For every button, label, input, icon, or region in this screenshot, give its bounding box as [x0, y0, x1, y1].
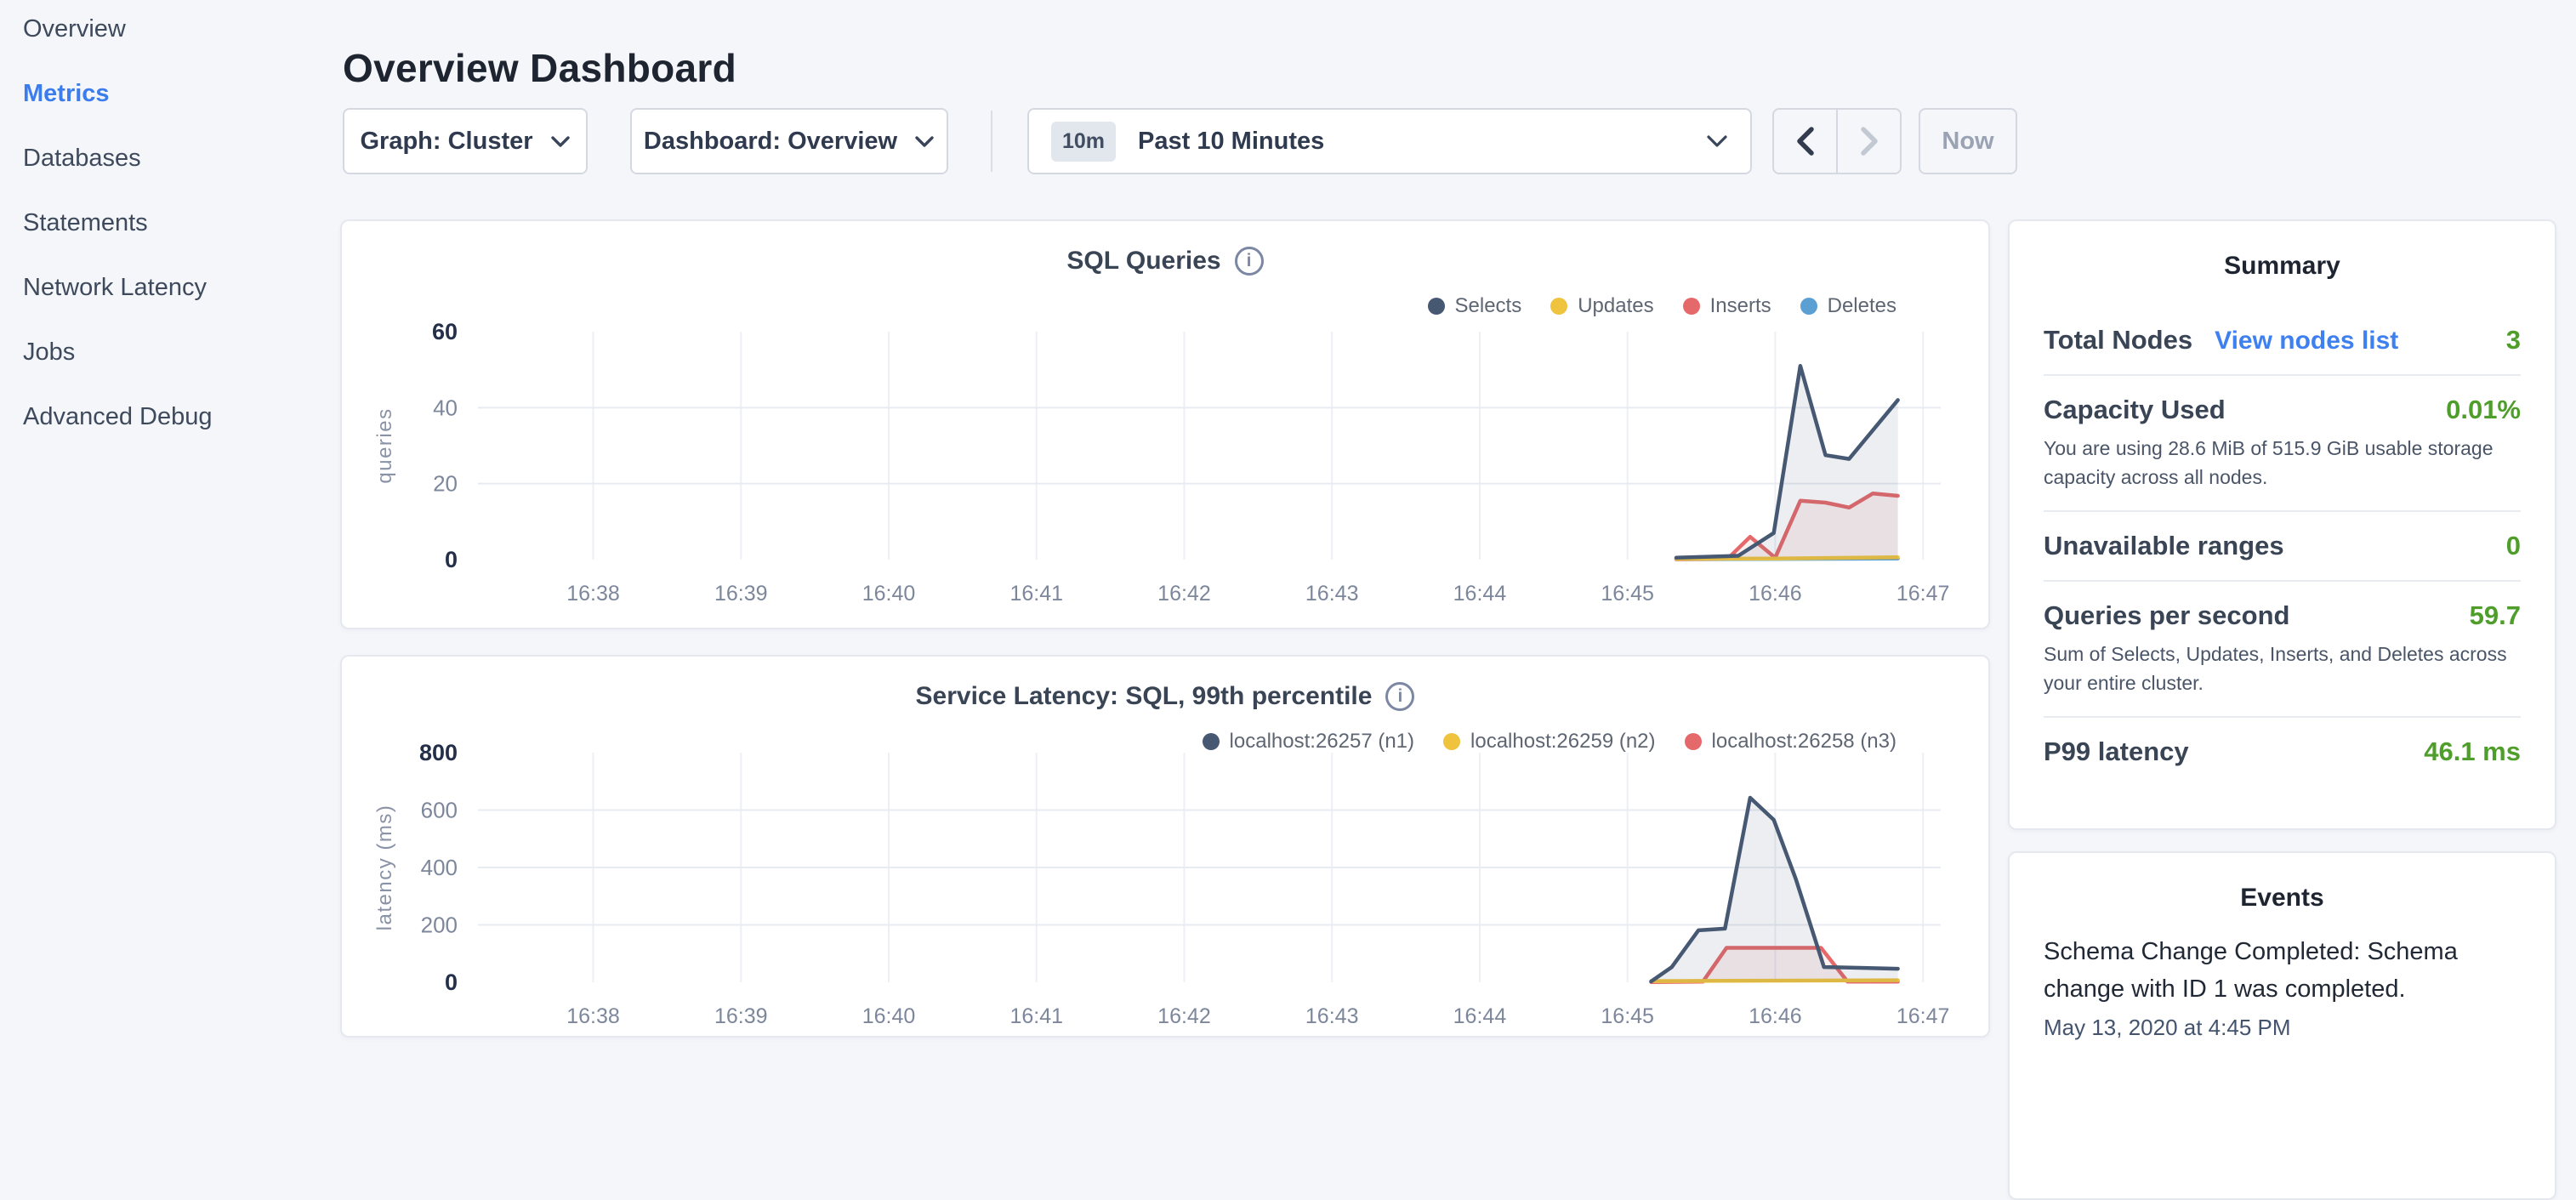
- svg-text:16:39: 16:39: [714, 1004, 768, 1028]
- svg-text:16:40: 16:40: [862, 582, 916, 606]
- svg-text:0: 0: [445, 547, 458, 572]
- svg-text:latency (ms): latency (ms): [373, 805, 396, 931]
- sidebar-item-network-latency[interactable]: Network Latency: [23, 274, 207, 302]
- summary-body: Total Nodes View nodes list 3 Capacity U…: [2010, 304, 2555, 786]
- qps-label: Queries per second: [2044, 600, 2289, 631]
- dashboard-dropdown-label: Dashboard: Overview: [644, 128, 897, 156]
- event-time: May 13, 2020 at 4:45 PM: [2044, 1015, 2521, 1041]
- controls-divider: [991, 111, 992, 172]
- event-text: Schema Change Completed: Schema change w…: [2044, 933, 2521, 1008]
- graph-dropdown[interactable]: Graph: Cluster: [343, 108, 588, 174]
- svg-text:20: 20: [433, 471, 458, 497]
- capacity-value: 0.01%: [2446, 395, 2521, 425]
- sidebar-item-overview[interactable]: Overview: [23, 15, 126, 43]
- next-time-button[interactable]: [1838, 110, 1900, 173]
- svg-text:16:38: 16:38: [566, 1004, 620, 1028]
- view-nodes-list-link[interactable]: View nodes list: [2215, 327, 2398, 355]
- sidebar-item-jobs[interactable]: Jobs: [23, 338, 75, 367]
- unavailable-ranges-label: Unavailable ranges: [2044, 531, 2284, 561]
- unavailable-ranges-value: 0: [2506, 531, 2521, 561]
- chevron-down-icon: [550, 135, 571, 148]
- summary-panel: Summary Total Nodes View nodes list 3 Ca…: [2008, 219, 2556, 830]
- event-item[interactable]: Schema Change Completed: Schema change w…: [2044, 933, 2521, 1041]
- chevron-left-icon: [1794, 125, 1817, 157]
- capacity-label: Capacity Used: [2044, 395, 2226, 425]
- chart-plot[interactable]: 16:38 16:39 16:40 16:41 16:42 16:43 16:44 16:45…: [342, 657, 1988, 1036]
- svg-text:16:46: 16:46: [1749, 1004, 1802, 1028]
- svg-text:16:45: 16:45: [1601, 582, 1654, 606]
- service-latency-chart-card: Service Latency: SQL, 99th percentile i …: [340, 655, 1990, 1038]
- events-title: Events: [2010, 884, 2555, 913]
- time-window-arrows: [1772, 108, 1902, 174]
- prev-time-button[interactable]: [1774, 110, 1838, 173]
- summary-title: Summary: [2010, 252, 2555, 281]
- time-range-badge: 10m: [1051, 122, 1116, 162]
- events-body: Schema Change Completed: Schema change w…: [2010, 933, 2555, 1041]
- svg-text:16:42: 16:42: [1157, 582, 1211, 606]
- qps-description: Sum of Selects, Updates, Inserts, and De…: [2044, 640, 2521, 697]
- svg-text:16:43: 16:43: [1305, 582, 1359, 606]
- summary-row-qps: Queries per second 59.7 Sum of Selects, …: [2044, 582, 2521, 718]
- svg-text:16:41: 16:41: [1009, 582, 1063, 606]
- summary-row-capacity: Capacity Used 0.01% You are using 28.6 M…: [2044, 376, 2521, 512]
- total-nodes-label: Total Nodes: [2044, 325, 2192, 355]
- sidebar-item-statements[interactable]: Statements: [23, 209, 148, 237]
- svg-text:16:38: 16:38: [566, 582, 620, 606]
- p99-latency-label: P99 latency: [2044, 736, 2189, 767]
- sidebar-item-metrics[interactable]: Metrics: [23, 80, 110, 108]
- time-range-label: Past 10 Minutes: [1138, 128, 1684, 156]
- svg-text:16:46: 16:46: [1749, 582, 1802, 606]
- svg-text:16:43: 16:43: [1305, 1004, 1359, 1028]
- events-panel: Events Schema Change Completed: Schema c…: [2008, 851, 2556, 1200]
- svg-text:16:41: 16:41: [1009, 1004, 1063, 1028]
- svg-text:16:44: 16:44: [1453, 582, 1507, 606]
- sql-queries-chart-card: SQL Queries i SelectsUpdatesInsertsDelet…: [340, 219, 1990, 629]
- summary-row-unavailable-ranges: Unavailable ranges 0: [2044, 512, 2521, 582]
- svg-text:0: 0: [445, 970, 458, 995]
- total-nodes-value: 3: [2506, 325, 2521, 355]
- svg-text:queries: queries: [373, 407, 396, 483]
- svg-text:600: 600: [421, 798, 458, 823]
- svg-text:16:45: 16:45: [1601, 1004, 1654, 1028]
- chevron-right-icon: [1858, 125, 1880, 157]
- svg-text:16:47: 16:47: [1896, 1004, 1950, 1028]
- now-button[interactable]: Now: [1919, 108, 2017, 174]
- time-range-dropdown[interactable]: 10m Past 10 Minutes: [1027, 108, 1752, 174]
- svg-text:400: 400: [421, 855, 458, 880]
- sidebar-item-databases[interactable]: Databases: [23, 145, 141, 173]
- svg-text:800: 800: [419, 740, 458, 765]
- page-title: Overview Dashboard: [343, 45, 736, 91]
- dashboard-dropdown[interactable]: Dashboard: Overview: [630, 108, 948, 174]
- p99-latency-value: 46.1 ms: [2424, 736, 2521, 767]
- svg-text:16:40: 16:40: [862, 1004, 916, 1028]
- capacity-description: You are using 28.6 MiB of 515.9 GiB usab…: [2044, 434, 2521, 492]
- svg-text:60: 60: [432, 319, 458, 344]
- sidebar: Overview Metrics Databases Statements Networ…: [0, 0, 340, 1051]
- summary-row-total-nodes: Total Nodes View nodes list 3: [2044, 304, 2521, 376]
- svg-text:200: 200: [421, 913, 458, 938]
- chevron-down-icon: [914, 135, 935, 148]
- svg-text:16:39: 16:39: [714, 582, 768, 606]
- summary-row-p99-latency: P99 latency 46.1 ms: [2044, 718, 2521, 786]
- graph-dropdown-label: Graph: Cluster: [360, 128, 532, 156]
- svg-text:16:47: 16:47: [1896, 582, 1950, 606]
- svg-text:40: 40: [433, 395, 458, 420]
- svg-text:16:44: 16:44: [1453, 1004, 1507, 1028]
- chevron-down-icon: [1706, 134, 1728, 148]
- svg-text:16:42: 16:42: [1157, 1004, 1211, 1028]
- chart-plot[interactable]: 16:38 16:39 16:40 16:41 16:42 16:43 16:44 16:45…: [342, 221, 1988, 628]
- qps-value: 59.7: [2470, 600, 2521, 631]
- sidebar-item-advanced-debug[interactable]: Advanced Debug: [23, 403, 213, 431]
